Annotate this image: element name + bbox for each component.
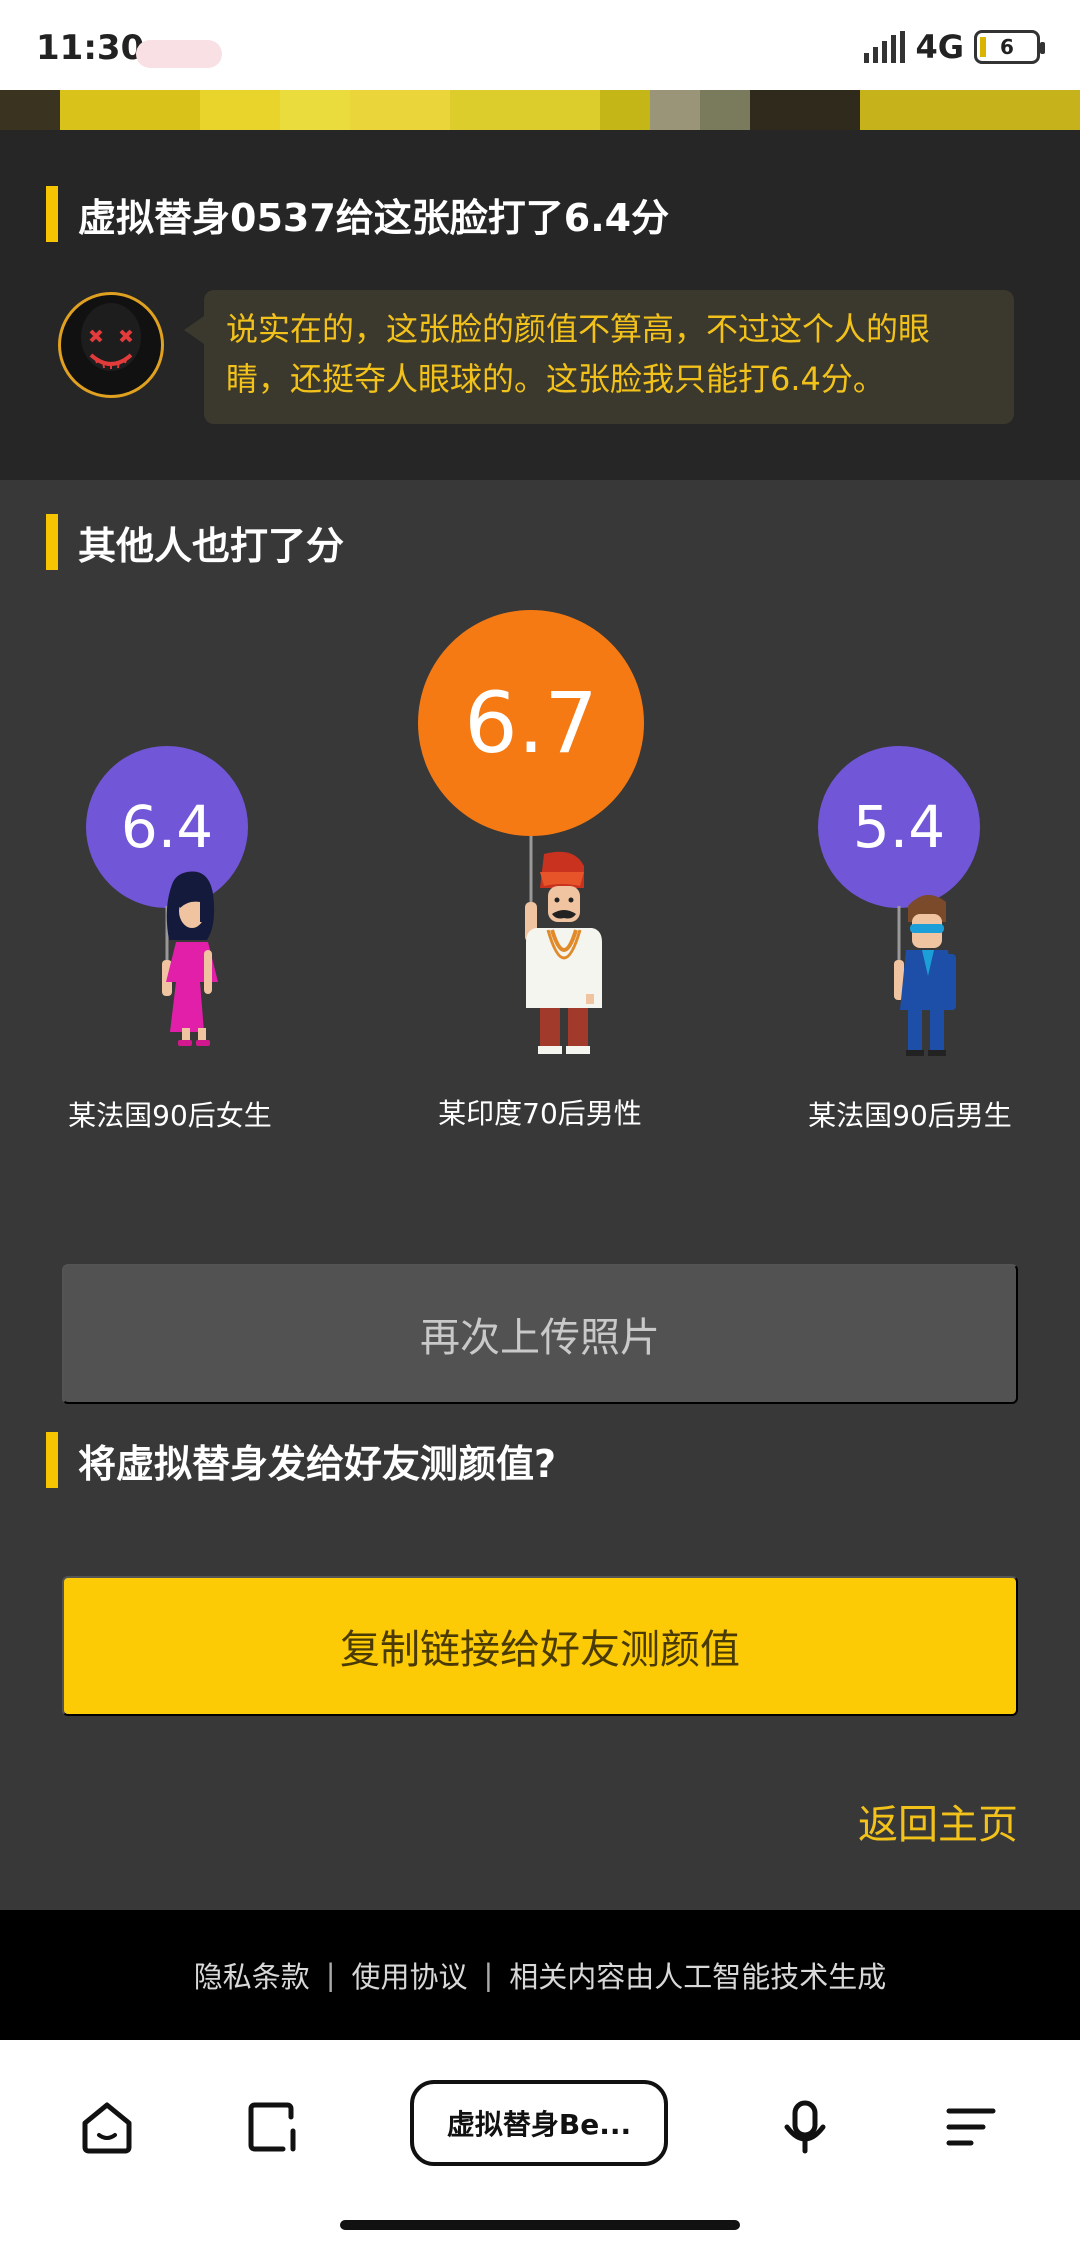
male-figure-icon [894,894,956,1056]
address-bar[interactable]: 虚拟替身Be... [410,2080,668,2166]
ai-notice: 相关内容由人工智能技术生成 [509,1960,887,1994]
copy-link-button[interactable]: 复制链接给好友测颜值 [62,1576,1018,1716]
signal-icon [864,31,906,63]
status-indicators: 4G 6 [864,28,1045,66]
judge-caption: 某法国90后男生 [808,1099,1012,1132]
others-section: 其他人也打了分 6.4 某法国90后女生 6.7 某印度70后男性 5.4 某法… [0,480,1080,1910]
footer: 隐私条款 | 使用协议 | 相关内容由人工智能技术生成 [0,1910,1080,2040]
network-label: 4G [915,28,964,66]
status-time: 11:30 [36,28,145,68]
judge-caption: 某法国90后女生 [68,1099,272,1132]
reupload-photo-button[interactable]: 再次上传照片 [62,1264,1018,1404]
microphone-icon[interactable] [770,2092,840,2162]
battery-icon: 6 [974,30,1045,64]
browser-bottom-bar: 虚拟替身Be... [0,2040,1080,2248]
home-icon[interactable] [72,2092,142,2162]
rating-section: 虚拟替身0537给这张脸打了6.4分 说实在的，这张脸的颜值不算高，不过这个人的… [0,130,1080,480]
share-title: 将虚拟替身发给好友测颜值? [78,1441,557,1486]
avatar [58,292,164,398]
others-title: 其他人也打了分 [78,523,345,568]
judge-french-male: 5.4 [810,746,1010,1086]
judge-french-female: 6.4 [70,746,270,1086]
share-heading: 将虚拟替身发给好友测颜值? [46,1432,556,1488]
tabs-icon[interactable] [238,2092,308,2162]
terms-link[interactable]: 使用协议 [351,1954,467,1996]
others-heading: 其他人也打了分 [46,514,344,570]
back-home-link[interactable]: 返回主页 [858,1792,1018,1850]
uploaded-photo-strip [0,90,1080,130]
heading-accent-bar [46,1432,58,1488]
status-bar: 11:30 4G 6 [0,0,1080,90]
footer-separator: | [483,1958,494,1992]
male-figure-icon [525,836,602,1054]
footer-separator: | [325,1958,336,1992]
comment-bubble: 说实在的，这张脸的颜值不算高，不过这个人的眼睛，还挺夺人眼球的。这张脸我只能打6… [184,290,1014,424]
judge-caption: 某印度70后男性 [438,1097,642,1130]
heading-accent-bar [46,514,58,570]
rating-heading: 虚拟替身0537给这张脸打了6.4分 [46,186,669,242]
female-figure-icon [162,871,218,1046]
notification-blur [136,40,222,68]
home-indicator [340,2220,740,2230]
heading-accent-bar [46,186,58,242]
privacy-link[interactable]: 隐私条款 [194,1954,310,1996]
battery-level: 6 [1000,35,1014,59]
menu-icon[interactable] [936,2092,1006,2162]
rating-title: 虚拟替身0537给这张脸打了6.4分 [78,195,670,240]
judge-indian-male: 6.7 [412,610,652,1070]
